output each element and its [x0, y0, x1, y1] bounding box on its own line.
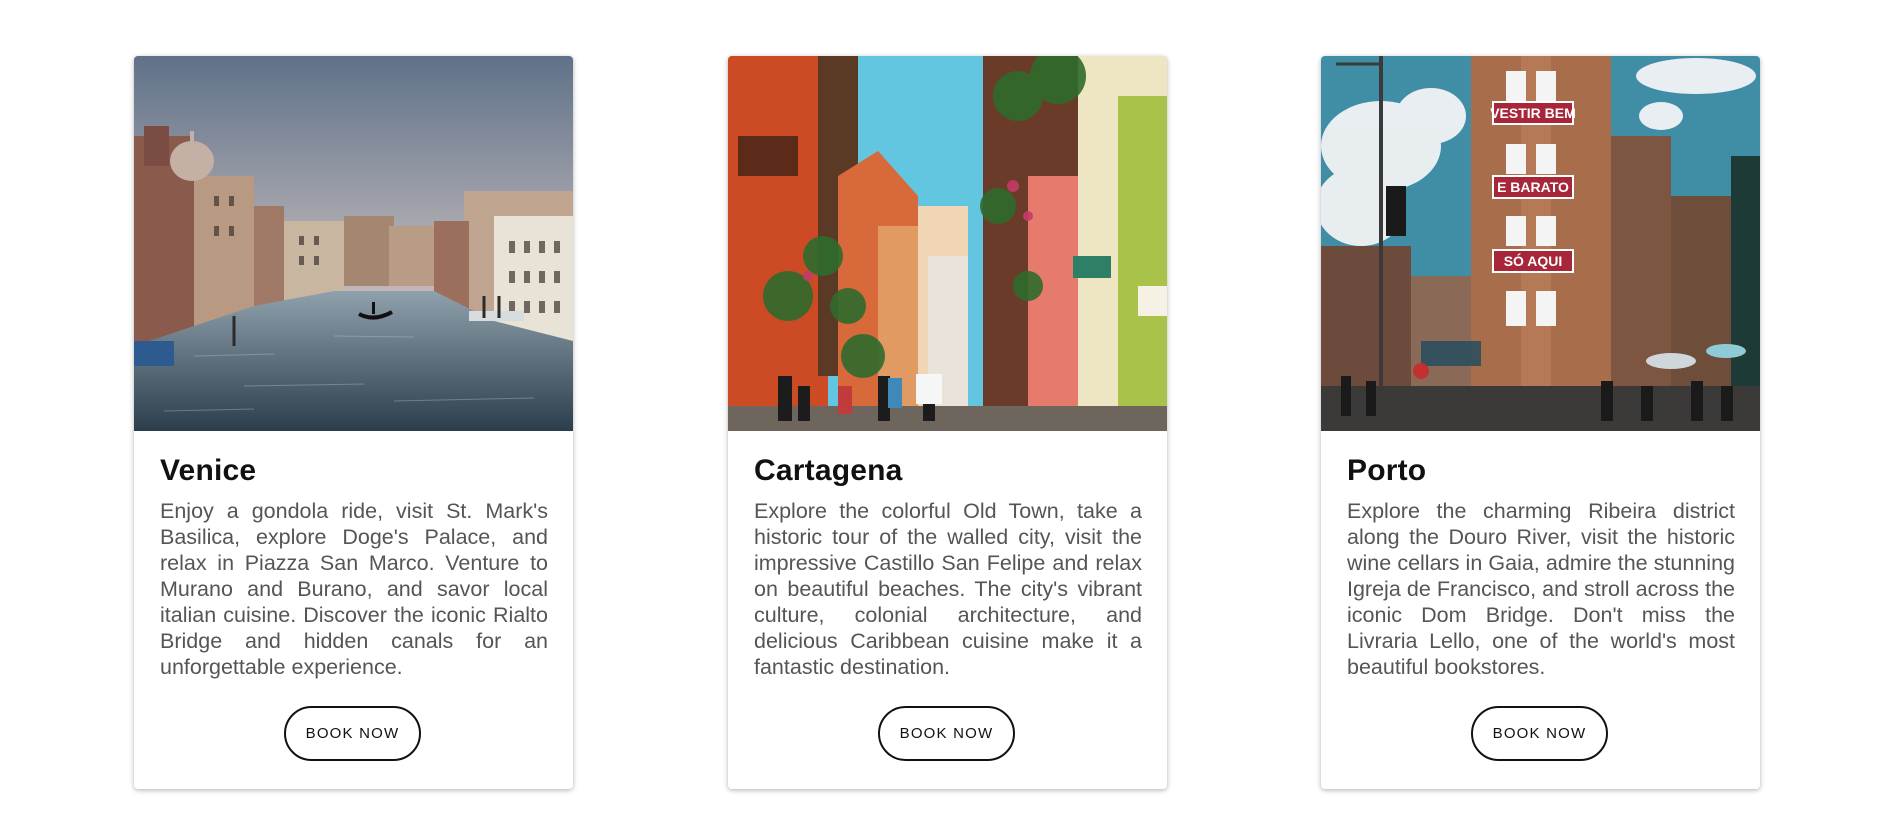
porto-sign-1: VESTIR BEM	[1490, 105, 1576, 121]
destination-card-cartagena: Cartagena Explore the colorful Old Town,…	[728, 56, 1167, 789]
porto-sign-2: E BARATO	[1497, 179, 1569, 195]
destination-card-porto: VESTIR BEM E BARATO SÓ AQUI Porto Explor…	[1321, 56, 1760, 789]
card-title: Cartagena	[754, 454, 903, 487]
card-description: Explore the colorful Old Town, take a hi…	[754, 499, 1142, 679]
cartagena-photo	[728, 56, 1167, 431]
venice-photo	[134, 56, 573, 431]
destination-cards: Venice Enjoy a gondola ride, visit St. M…	[0, 0, 1891, 832]
card-title: Venice	[160, 454, 257, 487]
book-now-button[interactable]: BOOK NOW	[284, 706, 421, 761]
card-description: Explore the charming Ribeira district al…	[1347, 499, 1735, 679]
book-now-button[interactable]: BOOK NOW	[878, 706, 1015, 761]
porto-sign-3: SÓ AQUI	[1504, 252, 1563, 269]
card-description: Enjoy a gondola ride, visit St. Mark's B…	[160, 499, 548, 679]
card-title: Porto	[1347, 454, 1427, 487]
destination-card-venice: Venice Enjoy a gondola ride, visit St. M…	[134, 56, 573, 789]
book-now-button[interactable]: BOOK NOW	[1471, 706, 1608, 761]
porto-photo: VESTIR BEM E BARATO SÓ AQUI	[1321, 56, 1760, 431]
